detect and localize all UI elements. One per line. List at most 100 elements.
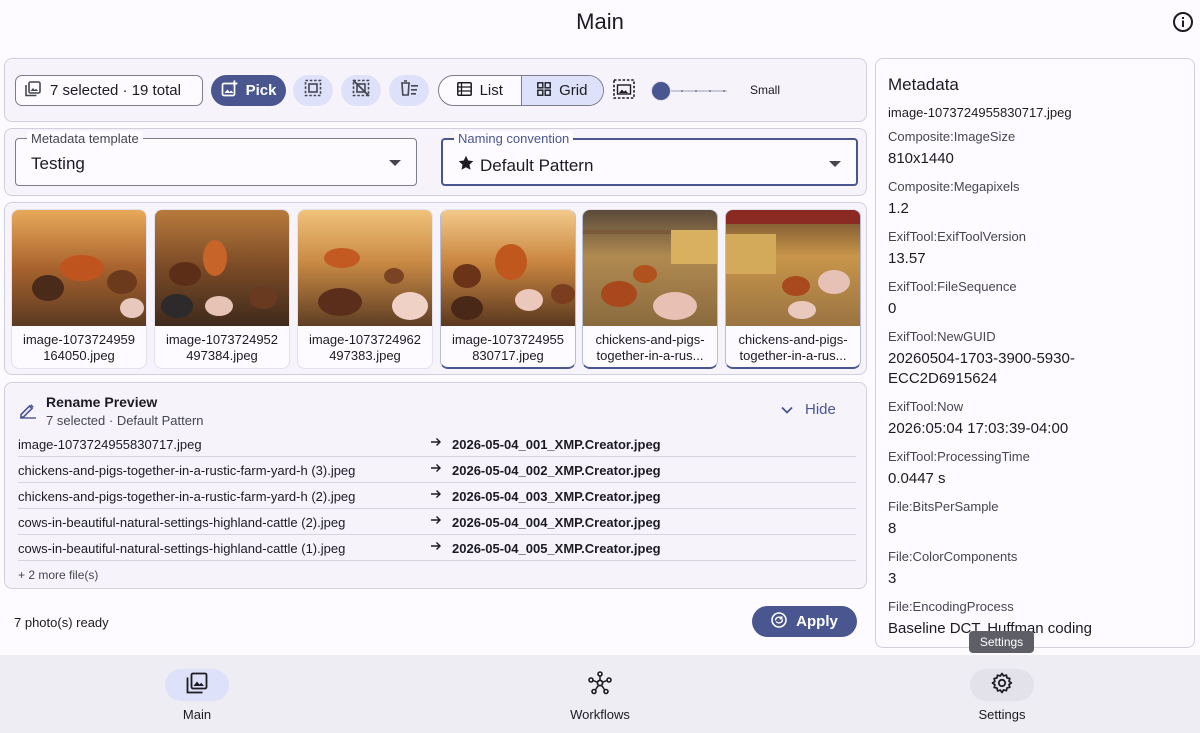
rename-row: cows-in-beautiful-natural-settings-highl… bbox=[18, 509, 856, 535]
metadata-key: ExifTool:NewGUID bbox=[888, 329, 996, 344]
photo-library-icon bbox=[186, 672, 208, 699]
photo-size-icon bbox=[613, 79, 635, 104]
new-filename: 2026-05-04_002_XMP.Creator.jpeg bbox=[452, 463, 661, 478]
nav-label: Main bbox=[182, 707, 212, 722]
metadata-entry: Composite:ImageSize 810x1440 bbox=[888, 129, 1184, 169]
slider-thumb[interactable] bbox=[651, 81, 671, 101]
star-icon bbox=[458, 155, 480, 176]
naming-convention-label: Naming convention bbox=[454, 131, 574, 146]
rename-preview-title: Rename Preview bbox=[46, 394, 158, 410]
info-icon[interactable] bbox=[1172, 11, 1194, 33]
metadata-template-label: Metadata template bbox=[27, 131, 143, 146]
grid-icon bbox=[537, 81, 559, 100]
photo-icon bbox=[155, 210, 289, 326]
dropdown-arrow-icon bbox=[829, 161, 841, 167]
metadata-key: File:ColorComponents bbox=[888, 549, 1018, 564]
metadata-value: 20260504-1703-3900-5930- bbox=[888, 350, 1075, 367]
selectors-card: Metadata template Testing Naming convent… bbox=[4, 128, 867, 196]
new-filename: 2026-05-04_005_XMP.Creator.jpeg bbox=[452, 541, 661, 556]
status-text: 7 photo(s) ready bbox=[14, 615, 109, 630]
new-filename: 2026-05-04_001_XMP.Creator.jpeg bbox=[452, 437, 661, 452]
view-grid-label: Grid bbox=[559, 82, 588, 99]
metadata-key: ExifTool:ProcessingTime bbox=[888, 449, 1030, 464]
metadata-key: ExifTool:Now bbox=[888, 399, 964, 414]
arrow-right-icon bbox=[430, 462, 442, 477]
deselect-all-button[interactable] bbox=[341, 75, 381, 106]
metadata-entry: ExifTool:ExifToolVersion 13.57 bbox=[888, 229, 1184, 269]
metadata-value-continued: ECC2D6915624 bbox=[888, 370, 998, 387]
arrow-right-icon bbox=[430, 514, 442, 529]
edit-icon bbox=[19, 401, 37, 424]
view-mode-toggle: List Grid bbox=[438, 75, 604, 106]
settings-tooltip: Settings bbox=[969, 631, 1034, 653]
view-list-button[interactable]: List bbox=[439, 76, 521, 105]
selection-count-chip[interactable]: 7 selected · 19 total bbox=[15, 75, 203, 106]
photo-thumbnail-selected[interactable]: chickens-and-pigs- together-in-a-rus... bbox=[725, 209, 861, 369]
selection-count-text: 7 selected · 19 total bbox=[50, 82, 181, 99]
thumbnail-size-slider[interactable] bbox=[651, 81, 731, 101]
delete-sweep-button[interactable] bbox=[389, 75, 429, 106]
metadata-entry: ExifTool:NewGUID 20260504-1703-3900-5930… bbox=[888, 329, 1184, 389]
photo-thumbnail[interactable]: image-1073724962 497383.jpeg bbox=[297, 209, 433, 369]
nav-item-workflows[interactable]: Workflows bbox=[540, 655, 660, 733]
photo-thumbnail-selected[interactable]: image-1073724955 830717.jpeg bbox=[440, 209, 576, 369]
original-filename: chickens-and-pigs-together-in-a-rustic-f… bbox=[18, 489, 356, 504]
photo-thumbnail[interactable]: image-1073724952 497384.jpeg bbox=[154, 209, 290, 369]
rename-row: chickens-and-pigs-together-in-a-rustic-f… bbox=[18, 457, 856, 483]
original-filename: cows-in-beautiful-natural-settings-highl… bbox=[18, 515, 346, 530]
naming-convention-select[interactable]: Naming convention Default Pattern bbox=[441, 131, 858, 186]
new-filename: 2026-05-04_004_XMP.Creator.jpeg bbox=[452, 515, 661, 530]
original-filename: cows-in-beautiful-natural-settings-highl… bbox=[18, 541, 346, 556]
thumbnail-caption-line2: 497383.jpeg bbox=[329, 348, 401, 363]
pick-button[interactable]: Pick bbox=[211, 75, 286, 106]
thumbnail-caption-line1: image-1073724962 bbox=[308, 332, 422, 347]
nav-item-settings[interactable]: Settings bbox=[942, 655, 1062, 733]
metadata-filename: image-1073724955830717.jpeg bbox=[888, 105, 1072, 120]
select-all-button[interactable] bbox=[293, 75, 333, 106]
metadata-template-value: Testing bbox=[31, 154, 85, 173]
deselect-icon bbox=[352, 79, 370, 102]
metadata-key: ExifTool:ExifToolVersion bbox=[888, 229, 1027, 244]
delete-sweep-icon bbox=[399, 79, 419, 102]
metadata-entry: Composite:Megapixels 1.2 bbox=[888, 179, 1184, 219]
photo-icon bbox=[441, 210, 575, 326]
view-list-label: List bbox=[479, 82, 503, 99]
metadata-entry: ExifTool:FileSequence 0 bbox=[888, 279, 1184, 319]
gear-icon bbox=[991, 672, 1013, 699]
photo-thumbnail[interactable]: image-1073724959 164050.jpeg bbox=[11, 209, 147, 369]
photo-thumbnail-selected[interactable]: chickens-and-pigs- together-in-a-rus... bbox=[582, 209, 718, 369]
select-all-icon bbox=[304, 79, 322, 102]
list-icon bbox=[456, 81, 480, 100]
dropdown-arrow-icon bbox=[389, 160, 401, 166]
rename-row: cows-in-beautiful-natural-settings-highl… bbox=[18, 535, 856, 561]
metadata-template-select[interactable]: Metadata template Testing bbox=[15, 131, 417, 186]
metadata-entry: File:EncodingProcess Baseline DCT, Huffm… bbox=[888, 599, 1184, 639]
rename-preview-subtitle: 7 selected · Default Pattern bbox=[46, 413, 204, 428]
view-grid-button[interactable]: Grid bbox=[520, 76, 603, 105]
new-filename: 2026-05-04_003_XMP.Creator.jpeg bbox=[452, 489, 661, 504]
nav-item-main[interactable]: Main bbox=[137, 655, 257, 733]
metadata-value: 3 bbox=[888, 570, 897, 587]
arrow-right-icon bbox=[430, 488, 442, 503]
arrow-right-icon bbox=[430, 540, 442, 555]
page-title: Main bbox=[576, 9, 624, 34]
metadata-value: 0.0447 s bbox=[888, 470, 946, 487]
hide-preview-button[interactable]: Hide bbox=[781, 401, 836, 418]
original-filename: image-1073724955830717.jpeg bbox=[18, 437, 202, 452]
nav-label: Workflows bbox=[570, 707, 630, 722]
metadata-key: ExifTool:FileSequence bbox=[888, 279, 1017, 294]
metadata-value: 810x1440 bbox=[888, 150, 954, 167]
metadata-entry: ExifTool:Now 2026:05:04 17:03:39-04:00 bbox=[888, 399, 1184, 439]
photo-library-icon bbox=[25, 80, 50, 101]
more-files-text: + 2 more file(s) bbox=[18, 568, 99, 582]
metadata-key: Composite:Megapixels bbox=[888, 179, 1020, 194]
apply-label: Apply bbox=[796, 613, 838, 630]
nav-label: Settings bbox=[978, 707, 1026, 722]
apply-button[interactable]: Apply bbox=[752, 606, 857, 637]
photo-icon bbox=[726, 210, 860, 326]
metadata-panel: Metadata image-1073724955830717.jpeg Com… bbox=[875, 58, 1195, 648]
apply-icon bbox=[771, 611, 796, 632]
thumbnail-caption-line2: 164050.jpeg bbox=[43, 348, 115, 363]
photo-icon bbox=[583, 210, 717, 326]
thumbnail-caption-line1: image-1073724952 bbox=[165, 332, 279, 347]
